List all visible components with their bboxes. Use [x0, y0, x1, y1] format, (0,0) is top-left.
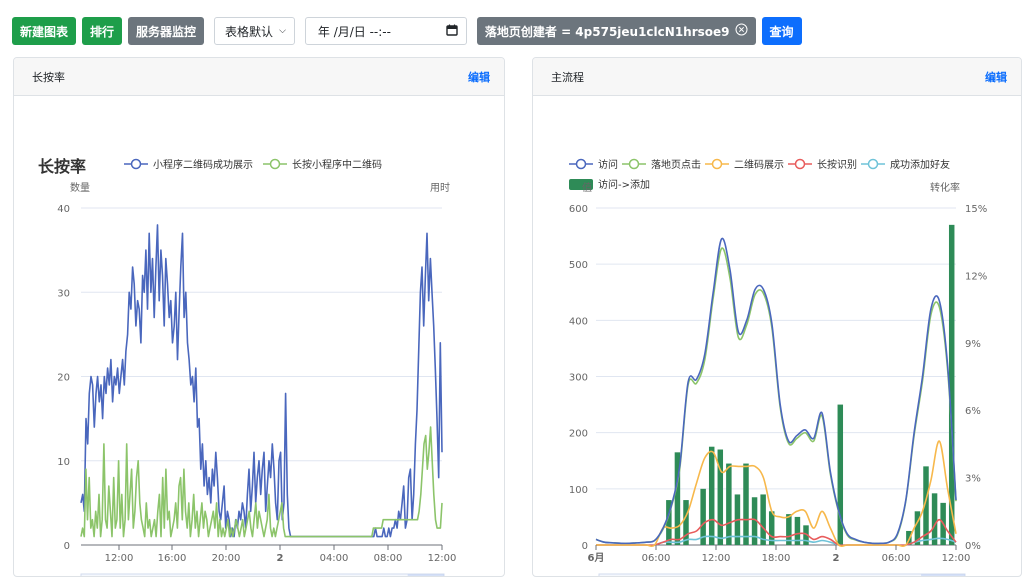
x-tick-label: 04:00 [320, 553, 349, 564]
y-tick-label: 0 [64, 541, 70, 552]
data-zoom-slider[interactable] [80, 573, 447, 576]
datetime-input[interactable]: 年 /月/日 --:-- [304, 17, 467, 45]
y2-tick-label: 15% [965, 204, 987, 215]
legend-item-label[interactable]: 访问 [598, 158, 618, 171]
y-tick-label: 200 [569, 429, 588, 440]
legend-item-label[interactable]: 成功添加好友 [890, 158, 950, 171]
panel-header: 长按率 编辑 [14, 58, 504, 96]
y-tick-label: 300 [569, 373, 588, 384]
y2-tick-label: 6% [965, 406, 981, 417]
legend-item-label[interactable]: 访问->添加 [598, 178, 650, 191]
legend-marker [628, 158, 640, 170]
conversion-bar[interactable] [726, 463, 732, 545]
series-line[interactable] [595, 237, 957, 545]
datetime-input-placeholder: 年 /月/日 --:-- [317, 24, 391, 39]
y2-axis-label: 转化率 [930, 181, 960, 194]
chart-title: 长按率 [38, 157, 86, 176]
series-line[interactable] [596, 440, 957, 548]
y-axis-label: 数量 [70, 181, 90, 194]
zoom-track[interactable] [598, 573, 966, 576]
legend-marker [867, 158, 879, 170]
y2-tick-label: 3% [965, 474, 981, 485]
conversion-bar[interactable] [760, 494, 766, 545]
conversion-bar[interactable] [683, 500, 689, 545]
zoom-selection[interactable] [407, 574, 444, 576]
x-tick-label: 12:00 [942, 553, 971, 564]
y-tick-label: 10 [57, 457, 70, 468]
new-chart-button[interactable]: 新建图表 [12, 17, 77, 45]
x-tick-label: 12:00 [428, 553, 457, 564]
legend-marker [130, 158, 142, 170]
chart-panel-main-flow: 主流程 编辑 访问 落地页点击 二维码展示 长按识别 成功添加好友访问->添加值 转化率… [532, 57, 1022, 577]
legend-item-label[interactable]: 长按小程序中二维码 [292, 158, 382, 171]
legend-item-label[interactable]: 二维码展示 [734, 158, 784, 171]
x-tick-label: 16:00 [158, 553, 187, 564]
series-line[interactable] [595, 247, 957, 545]
x-tick-label: 06:00 [882, 553, 911, 564]
toolbar: 新建图表 排行 服务器监控 表格默认 ⌵ 年 /月/日 --:-- 落地页创建者… [12, 17, 802, 45]
filter-tag-label: 落地页创建者 = 4p575jeu1clcN1hrsoe9 [484, 24, 730, 39]
table-style-select-value: 表格默认 [225, 24, 274, 39]
legend-marker [711, 158, 723, 170]
table-style-select[interactable]: 表格默认 ⌵ [214, 17, 295, 45]
zoom-track[interactable] [80, 573, 445, 576]
y-tick-label: 40 [57, 204, 70, 215]
x-tick-label: 08:00 [374, 553, 403, 564]
y-tick-label: 600 [569, 204, 588, 215]
y-tick-label: 0 [582, 541, 588, 552]
y2-tick-label: 9% [965, 339, 981, 350]
close-circle-icon[interactable] [735, 23, 748, 39]
calendar-icon[interactable] [446, 24, 458, 39]
edit-link[interactable]: 编辑 [468, 69, 490, 85]
y-axis-label: 值 [582, 181, 592, 194]
long-press-chart: 长按率 小程序二维码成功展示 长按小程序中二维码 数量 用时 12:00 16:00… [38, 157, 457, 576]
x-tick-label: 6月 [588, 552, 605, 564]
filter-tag[interactable]: 落地页创建者 = 4p575jeu1clcN1hrsoe9 [476, 17, 756, 45]
x-tick-label: 20:00 [212, 553, 241, 564]
legend-item-label[interactable]: 长按识别 [817, 158, 857, 171]
chart-panel-long-press: 长按率 编辑 长按率 小程序二维码成功展示 长按小程序中二维码 数量 用时 12:… [13, 57, 505, 577]
y-tick-label: 100 [569, 485, 588, 496]
y-tick-label: 20 [57, 373, 70, 384]
conversion-bar[interactable] [931, 493, 938, 545]
y-tick-label: 30 [57, 288, 70, 299]
legend-marker [269, 158, 281, 170]
x-tick-label: 12:00 [702, 553, 731, 564]
legend-marker [794, 158, 806, 170]
chevron-down-icon: ⌵ [279, 26, 286, 36]
conversion-bar[interactable] [708, 446, 715, 545]
legend-item-label[interactable]: 落地页点击 [651, 158, 701, 171]
panel-title: 长按率 [32, 70, 65, 84]
y2-tick-label: 12% [965, 271, 987, 282]
x-tick-label: 2 [833, 553, 840, 564]
conversion-bar[interactable] [743, 463, 749, 545]
x-tick-label: 2 [277, 553, 284, 564]
edit-link[interactable]: 编辑 [985, 69, 1007, 85]
x-tick-label: 12:00 [105, 553, 134, 564]
server-monitor-button[interactable]: 服务器监控 [128, 17, 205, 45]
y-tick-label: 500 [569, 260, 588, 271]
query-button[interactable]: 查询 [761, 17, 802, 45]
y-tick-label: 400 [569, 316, 588, 327]
legend-item-label[interactable]: 小程序二维码成功展示 [153, 158, 253, 171]
panel-title: 主流程 [551, 70, 584, 84]
y2-tick-label: 0% [965, 541, 981, 552]
chart-legend: 小程序二维码成功展示 长按小程序中二维码 [124, 158, 382, 171]
x-tick-label: 06:00 [642, 553, 671, 564]
data-zoom-slider[interactable] [598, 573, 968, 576]
x-tick-label: 18:00 [762, 553, 791, 564]
legend-marker [575, 158, 587, 170]
chart-legend: 访问 落地页点击 二维码展示 长按识别 成功添加好友访问->添加值 [569, 158, 950, 194]
y2-axis-label: 用时 [430, 182, 450, 194]
rank-button[interactable]: 排行 [82, 17, 123, 45]
main-flow-chart: 访问 落地页点击 二维码展示 长按识别 成功添加好友访问->添加值 转化率 6月 06:0… [569, 158, 987, 576]
zoom-selection[interactable] [921, 574, 965, 576]
panel-header: 主流程 编辑 [533, 58, 1021, 96]
